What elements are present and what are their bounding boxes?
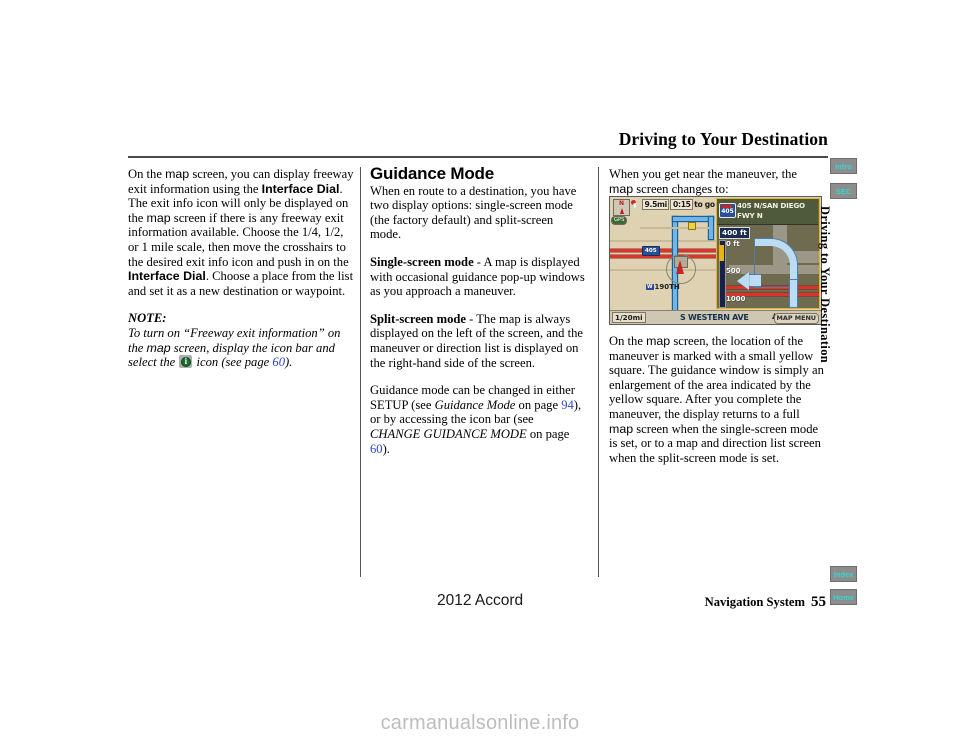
scale-label-500: 500 [726,267,741,275]
text: on page [526,426,570,441]
map-menu-button[interactable]: MAP MENU [773,312,819,324]
scale-label-1000: 1000 [726,295,746,303]
column-divider-2 [598,167,599,577]
vehicle-heading-arrow [676,260,684,274]
cross-ref-change-guidance-mode: CHANGE GUIDANCE MODE [370,426,527,441]
split-screen-label: Split-screen mode [370,311,466,326]
guidance-window: 405 405 N/SAN DIEGO FWY N 400 ft 0 ft 50… [716,198,820,309]
footer-page-number: 55 [811,594,826,610]
page-reference-link[interactable]: 60 [370,442,383,456]
cursor-arrow-icon [633,202,639,210]
guidance-highway-name: 405 N/SAN DIEGO FWY N [737,201,805,220]
column-divider-1 [360,167,361,577]
compass-needle [620,208,624,214]
single-screen-label: Single-screen mode [370,254,474,269]
col3-paragraph-1: When you get near the maneuver, the map … [609,167,824,196]
map-term: map [646,334,671,348]
col2-setup-paragraph: Guidance mode can be changed in either S… [370,383,585,456]
map-road [640,227,710,229]
text: on page [515,397,562,412]
shield-number: 405 [721,208,734,215]
map-street-label: W 190TH [646,283,680,291]
col2-split-screen: Split-screen mode - The map is always di… [370,312,585,370]
footer-manual-name: Navigation System [704,595,805,609]
map-term: map [146,340,171,355]
manual-page: Driving to Your Destination On the map s… [0,0,960,742]
footer-manual-info: Navigation System 55 [705,594,826,611]
map-road [610,269,716,271]
page-title: Driving to Your Destination [618,129,828,149]
sidebar-tab-index[interactable]: Index [830,566,857,582]
cross-ref-guidance-mode: Guidance Mode [434,397,516,412]
col2-single-screen: Single-screen mode - A map is displayed … [370,255,585,299]
map-highway-red [610,255,716,258]
sidebar-chapter-label: Driving to Your Destination [818,206,832,364]
note-heading: NOTE: [128,311,167,326]
column-2: Guidance Mode When en route to a destina… [370,164,585,469]
maneuver-marker-yellow-square [688,222,696,230]
col1-note: NOTE: To turn on “Freeway exit informati… [128,311,354,369]
eta-bar: 9.5mi 0:15 to go [642,199,715,210]
page-reference-link[interactable]: 60 [272,355,285,369]
interstate-shield-icon: 405 [719,203,736,218]
map-scale-indicator[interactable]: 1/20mi [612,312,646,323]
column-3-continued: On the map screen, the location of the m… [609,334,824,478]
map-route-shield: 405 [642,246,660,256]
text: ). [284,355,293,370]
text: When you get near the maneuver, the [609,167,797,181]
text: screen when the single-screen mode is se… [609,421,821,465]
map-term: map [165,167,190,181]
header-divider [128,156,828,158]
current-street-label: S WESTERN AVE [680,312,749,322]
interface-dial-term: Interface Dial [261,181,340,196]
distance-to-maneuver: 400 ft [719,227,750,239]
map-highway-red [610,249,716,252]
interface-dial-term: Interface Dial [128,269,206,284]
page-reference-link[interactable]: 94 [561,398,574,412]
footer-model: 2012 Accord [437,592,524,609]
street-name: 190TH [654,283,680,291]
text: screen changes to: [633,181,729,196]
map-term: map [609,181,634,196]
navigation-screen-figure: 405 W 190TH N GPS 9.5mi 0:15 to go 405 4… [609,196,822,325]
eta-distance: 9.5mi [642,199,670,210]
maneuver-arrow-shaft [747,275,761,286]
eta-suffix: to go [694,200,715,209]
map-bottom-bar: 1/20mi S WESTERN AVE ♟ MAP MENU [610,310,821,324]
map-road [610,240,716,242]
info-icon [179,355,193,369]
column-1: On the map screen, you can display freew… [128,167,354,383]
col3-paragraph-2: On the map screen, the location of the m… [609,334,824,465]
sidebar-tab-sec[interactable]: SEC [830,183,857,199]
col2-paragraph-1: When en route to a destination, you have… [370,183,577,242]
maneuver-arrow-stem [790,280,797,307]
sidebar-tab-intro[interactable]: Intro [830,158,857,174]
note-body: To turn on “Freeway exit information” on… [128,326,340,369]
map-term: map [609,421,634,436]
sidebar-tab-home[interactable]: Home [830,589,857,605]
text: On the [128,167,166,181]
text: ). [382,441,390,456]
map-area: 405 W 190TH N GPS 9.5mi 0:15 to go 405 4… [610,197,821,324]
compass-icon[interactable]: N [613,199,630,216]
shield-red-bar [721,205,732,208]
gps-indicator: GPS [611,216,628,225]
guidance-header: 405 405 N/SAN DIEGO FWY N [717,199,818,225]
watermark: carmanualsonline.info [380,712,580,734]
eta-time: 0:15 [670,199,694,210]
distance-scale-ticks [719,245,724,261]
map-term: map [146,210,171,225]
text: On the [609,334,647,348]
compass-north-label: N [618,200,625,207]
section-heading-guidance-mode: Guidance Mode [370,164,494,183]
text: icon (see page [193,355,273,370]
scale-label-0: 0 ft [726,240,740,248]
street-prefix-shield: W [646,283,654,290]
guidance-body: 400 ft 0 ft 500 1000 [717,225,819,308]
col1-paragraph-1: On the map screen, you can display freew… [128,167,354,298]
